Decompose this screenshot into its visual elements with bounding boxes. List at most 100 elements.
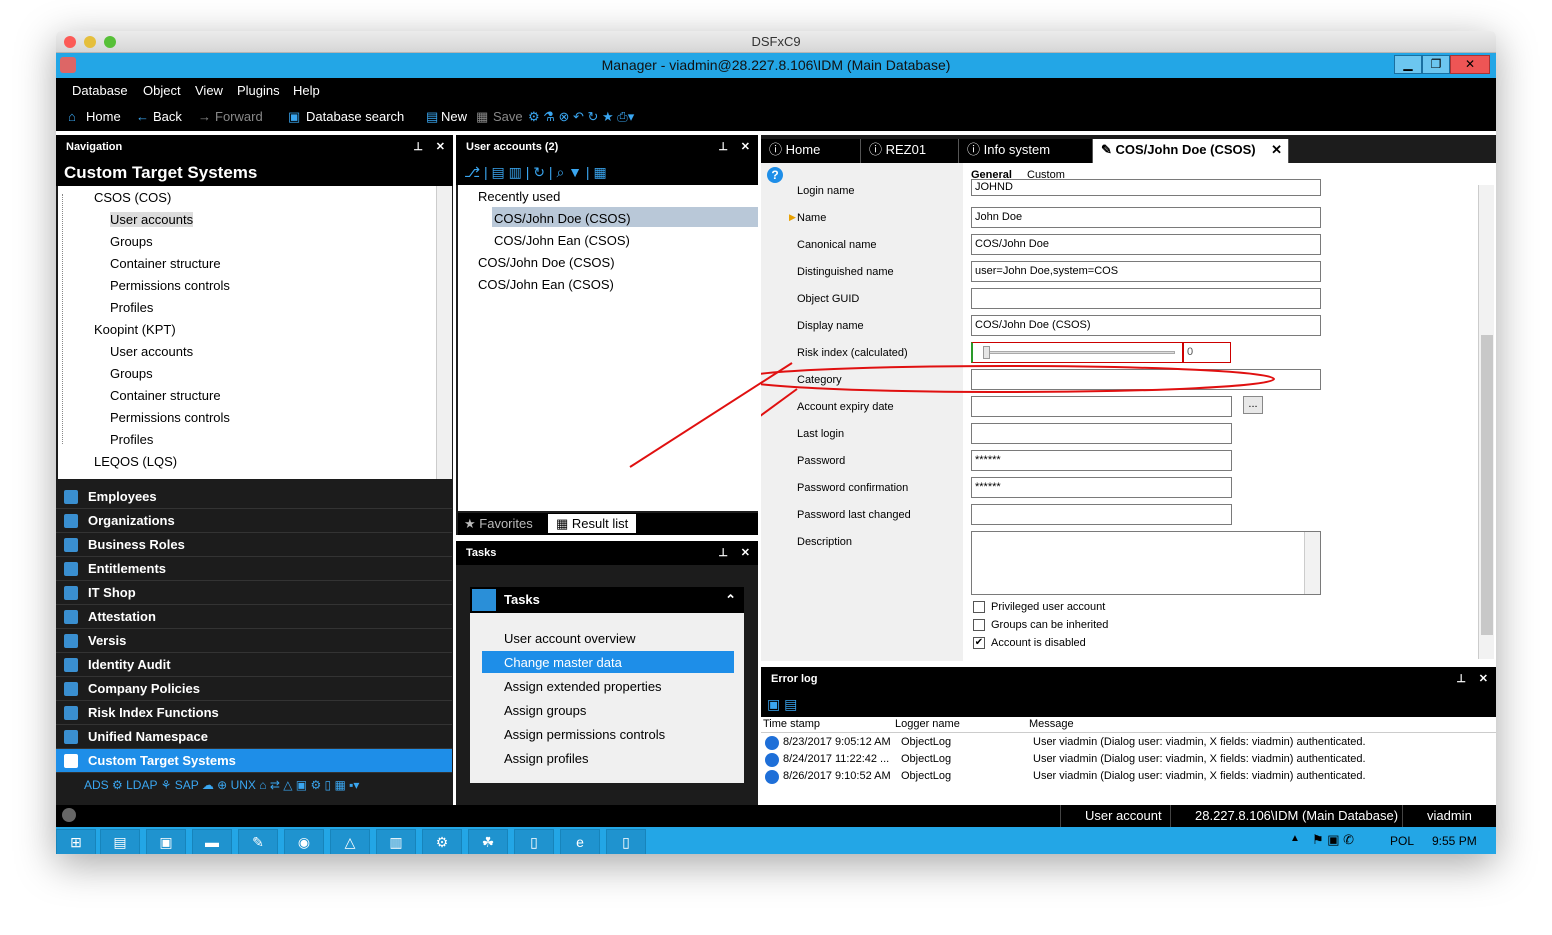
- folder-icon[interactable]: ▬: [192, 829, 232, 854]
- menu-view[interactable]: View: [195, 83, 223, 98]
- favorites-tab[interactable]: ★ Favorites: [464, 516, 533, 532]
- ie-icon[interactable]: e: [560, 829, 600, 854]
- table-row[interactable]: 8/24/2017 11:22:42 ... ObjectLog User vi…: [761, 752, 1496, 769]
- sap-icon[interactable]: SAP: [175, 778, 199, 792]
- taskbar-app-2[interactable]: ▣: [146, 829, 186, 854]
- menu-help[interactable]: Help: [293, 83, 320, 98]
- doc-tab-info-system[interactable]: ⓘ Info system: [959, 139, 1093, 163]
- taskbar-app-7[interactable]: ▥: [376, 829, 416, 854]
- nav-custom-target-systems[interactable]: Custom Target Systems: [56, 749, 452, 773]
- task-assign-permissions-controls[interactable]: Assign permissions controls: [504, 727, 665, 742]
- task-assign-profiles[interactable]: Assign profiles: [504, 751, 589, 766]
- notepad-icon[interactable]: ✎: [238, 829, 278, 854]
- minimize-dot-icon[interactable]: [84, 36, 96, 48]
- tree-node-user-accounts[interactable]: User accounts: [110, 344, 193, 359]
- taskbar-app-8[interactable]: ⚙: [422, 829, 462, 854]
- col-logger[interactable]: Logger name: [895, 718, 960, 730]
- nav-attestation[interactable]: Attestation: [56, 605, 452, 629]
- window-close-button[interactable]: ✕: [1450, 55, 1490, 74]
- pin-icon[interactable]: ⊥: [413, 135, 423, 159]
- result-list-tab[interactable]: ▦ Result list: [548, 514, 637, 533]
- list-item[interactable]: COS/John Ean (CSOS): [494, 233, 630, 248]
- tree-node-profiles[interactable]: Profiles: [110, 300, 153, 315]
- nav-versis[interactable]: Versis: [56, 629, 452, 653]
- nav-organizations[interactable]: Organizations: [56, 509, 452, 533]
- table-row[interactable]: 8/23/2017 9:05:12 AM ObjectLog User viad…: [761, 735, 1496, 752]
- unix-icon[interactable]: UNX: [231, 778, 256, 792]
- tree-node-profiles[interactable]: Profiles: [110, 432, 153, 447]
- table-row[interactable]: 8/26/2017 9:10:52 AM ObjectLog User viad…: [761, 769, 1496, 786]
- zoom-dot-icon[interactable]: [104, 36, 116, 48]
- tasks-box-header[interactable]: Tasks ⌃: [470, 587, 744, 613]
- tree-node-groups[interactable]: Groups: [110, 234, 153, 249]
- nav-business-roles[interactable]: Business Roles: [56, 533, 452, 557]
- close-panel-icon[interactable]: ✕: [741, 135, 750, 159]
- tree-node-container[interactable]: Container structure: [110, 388, 221, 403]
- menu-plugins[interactable]: Plugins: [237, 83, 280, 98]
- close-tab-icon[interactable]: ✕: [1271, 139, 1282, 161]
- pin-icon[interactable]: ⊥: [718, 135, 728, 159]
- tray-chevron-icon[interactable]: ▲: [1290, 833, 1300, 844]
- task-assign-groups[interactable]: Assign groups: [504, 703, 586, 718]
- col-time[interactable]: Time stamp: [763, 718, 820, 730]
- task-assign-extended-properties[interactable]: Assign extended properties: [504, 679, 662, 694]
- list-item[interactable]: COS/John Doe (CSOS): [494, 211, 631, 226]
- taskbar-app-6[interactable]: △: [330, 829, 370, 854]
- firefox-icon[interactable]: ◉: [284, 829, 324, 854]
- nav-entitlements[interactable]: Entitlements: [56, 557, 452, 581]
- close-panel-icon[interactable]: ✕: [436, 135, 445, 159]
- list-item[interactable]: COS/John Doe (CSOS): [478, 255, 615, 270]
- taskbar-app-12[interactable]: ▯: [606, 829, 646, 854]
- menu-object[interactable]: Object: [143, 83, 181, 98]
- taskbar-app-10[interactable]: ▯: [514, 829, 554, 854]
- tree-node-permissions[interactable]: Permissions controls: [110, 410, 230, 425]
- close-panel-icon[interactable]: ✕: [741, 541, 750, 565]
- new-button[interactable]: New: [441, 109, 467, 124]
- nav-company-policies[interactable]: Company Policies: [56, 677, 452, 701]
- tray-icons[interactable]: ⚑ ▣ ✆: [1312, 832, 1354, 848]
- ads-icon[interactable]: ADS: [84, 778, 109, 792]
- minimize-button[interactable]: ▁: [1394, 55, 1422, 74]
- nav-unified-namespace[interactable]: Unified Namespace: [56, 725, 452, 749]
- close-dot-icon[interactable]: [64, 36, 76, 48]
- language-indicator[interactable]: POL: [1390, 834, 1414, 848]
- nav-risk-index[interactable]: Risk Index Functions: [56, 701, 452, 725]
- collapse-icon[interactable]: ⌃: [725, 587, 736, 613]
- doc-tab-john-doe[interactable]: ✎ COS/John Doe (CSOS) ✕: [1093, 139, 1289, 163]
- nav-identity-audit[interactable]: Identity Audit: [56, 653, 452, 677]
- start-button[interactable]: ⊞: [56, 829, 96, 854]
- forward-button[interactable]: Forward: [215, 109, 263, 124]
- list-item[interactable]: COS/John Ean (CSOS): [478, 277, 614, 292]
- clock[interactable]: 9:55 PM: [1432, 834, 1477, 848]
- user-accounts-toolbar[interactable]: ⎇ | ▤ ▥ | ↻ | ⌕ ▼ | ▦: [456, 159, 758, 185]
- nav-it-shop[interactable]: IT Shop: [56, 581, 452, 605]
- toolbar-action-icons[interactable]: ⚙ ⚗ ⊗ ↶ ↻ ★ ⎙▾: [528, 109, 634, 125]
- menu-database[interactable]: Database: [72, 83, 128, 98]
- tree-node-permissions[interactable]: Permissions controls: [110, 278, 230, 293]
- error-log-toolbar[interactable]: ▣ ▤: [761, 691, 1496, 717]
- back-button[interactable]: Back: [153, 109, 182, 124]
- tree-node-koopint[interactable]: Koopint (KPT): [94, 322, 176, 337]
- close-panel-icon[interactable]: ✕: [1479, 667, 1488, 691]
- tree-node-groups[interactable]: Groups: [110, 366, 153, 381]
- doc-tab-rez01[interactable]: ⓘ REZ01: [861, 139, 959, 163]
- ldap-icon[interactable]: LDAP: [126, 778, 157, 792]
- home-button[interactable]: Home: [86, 109, 121, 124]
- pin-icon[interactable]: ⊥: [718, 541, 728, 565]
- tree-node-csos[interactable]: CSOS (COS): [94, 190, 171, 205]
- tree-node-container[interactable]: Container structure: [110, 256, 221, 271]
- tree-scrollbar[interactable]: [436, 186, 452, 479]
- task-change-master-data[interactable]: Change master data: [504, 655, 622, 670]
- task-user-account-overview[interactable]: User account overview: [504, 631, 636, 646]
- doc-tab-home[interactable]: ⓘ Home: [761, 139, 861, 163]
- save-button[interactable]: Save: [493, 109, 523, 124]
- restore-button[interactable]: ❐: [1422, 55, 1450, 74]
- col-message[interactable]: Message: [1029, 718, 1074, 730]
- nav-icon-strip[interactable]: ADS ⚙ LDAP ⚘ SAP ☁ ⊕ UNX ⌂ ⇄ △ ▣ ⚙ ▯ ▦ ▪…: [56, 773, 453, 797]
- taskbar-app-1[interactable]: ▤: [100, 829, 140, 854]
- tree-node-leqos[interactable]: LEQOS (LQS): [94, 454, 177, 469]
- taskbar-app-9[interactable]: ☘: [468, 829, 508, 854]
- nav-employees[interactable]: Employees: [56, 485, 452, 509]
- tree-node-user-accounts[interactable]: User accounts: [110, 212, 194, 227]
- database-search-button[interactable]: Database search: [306, 109, 404, 124]
